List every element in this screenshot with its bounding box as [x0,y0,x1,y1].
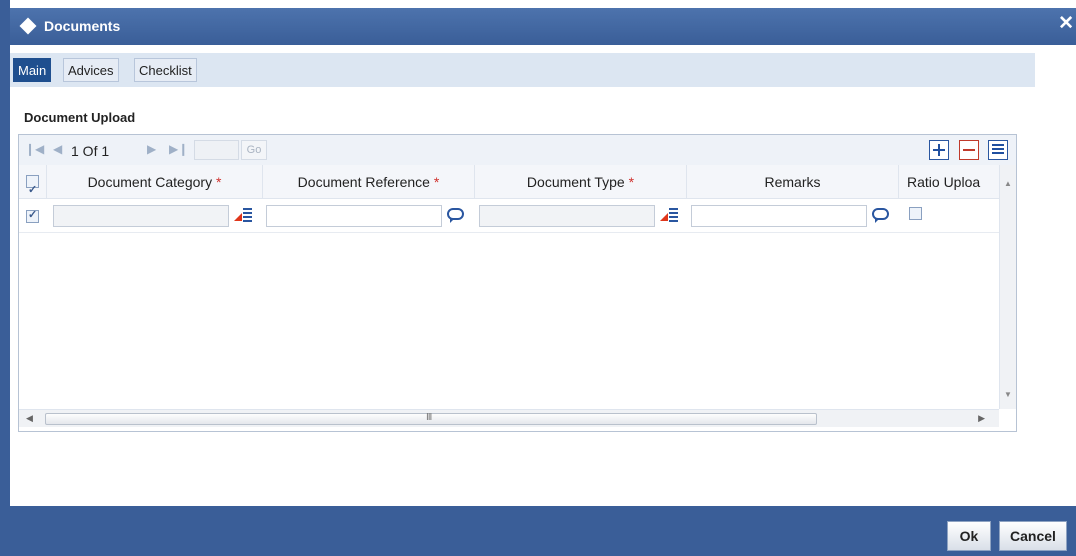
column-ratio-upload[interactable]: Ratio Uploa [899,165,999,199]
close-icon[interactable]: ✕ [1058,14,1074,33]
column-label: Document Category [87,174,213,190]
column-document-category[interactable]: Document Category * [47,165,263,199]
column-label: Ratio Uploa [907,174,981,190]
document-category-field[interactable] [53,205,229,227]
vertical-scrollbar[interactable]: ▲ ▼ [999,165,1016,409]
window-title: Documents [44,18,121,34]
remarks-icon[interactable] [446,206,466,224]
next-page-icon[interactable]: ▶ [147,142,156,156]
prev-page-icon[interactable]: ◀ [53,142,62,156]
remarks-icon[interactable] [871,206,891,224]
grid-header-row: Document Category * Document Reference *… [19,165,999,199]
window-left-border [0,0,10,556]
scroll-down-icon[interactable]: ▼ [1004,390,1012,399]
page-number-input[interactable] [194,140,239,160]
go-button[interactable]: Go [241,140,267,160]
section-title: Document Upload [24,110,136,125]
row-select-checkbox[interactable] [26,208,39,223]
footer-bar: Ok Cancel [10,506,1076,556]
scroll-thumb[interactable]: III [45,412,817,425]
first-page-icon[interactable]: ❙◀ [25,142,44,156]
column-remarks[interactable]: Remarks [687,165,899,199]
document-type-field[interactable] [479,205,655,227]
required-marker: * [433,174,440,190]
diamond-icon [19,17,37,35]
column-label: Document Reference [297,174,430,190]
last-page-icon[interactable]: ▶❙ [169,142,188,156]
tab-checklist[interactable]: Checklist [134,58,197,82]
tab-main[interactable]: Main [13,58,52,82]
horizontal-scrollbar[interactable]: ◀ III ▶ [19,409,999,427]
documents-window: Documents ✕ Main Advices Checklist Docum… [0,0,1076,556]
table-row [19,199,999,233]
scroll-grip: III [426,412,432,423]
ratio-upload-checkbox[interactable] [909,207,922,220]
document-upload-grid: ❙◀ ◀ 1 Of 1 ▶ ▶❙ Go Document Category * … [18,134,1017,432]
lov-icon[interactable] [233,206,253,224]
add-row-icon[interactable] [929,140,949,160]
column-label: Remarks [764,174,821,190]
scroll-up-icon[interactable]: ▲ [1004,179,1012,188]
required-marker: * [628,174,635,190]
scroll-left-icon[interactable]: ◀ [26,413,33,424]
remarks-field[interactable] [691,205,867,227]
scroll-right-icon[interactable]: ▶ [978,413,985,424]
column-label: Document Type [526,174,625,190]
cancel-button[interactable]: Cancel [999,521,1067,551]
document-reference-field[interactable] [266,205,442,227]
single-view-icon[interactable] [988,140,1008,160]
column-document-reference[interactable]: Document Reference * [263,165,475,199]
lov-icon[interactable] [659,206,679,224]
required-marker: * [215,174,222,190]
select-all-checkbox[interactable] [26,173,39,199]
select-all-cell [19,165,47,199]
delete-row-icon[interactable] [959,140,979,160]
title-bar: Documents ✕ [10,8,1076,45]
tab-strip: Main Advices Checklist [10,53,1035,87]
tab-advices[interactable]: Advices [63,58,119,82]
column-document-type[interactable]: Document Type * [475,165,687,199]
ok-button[interactable]: Ok [947,521,991,551]
page-indicator: 1 Of 1 [71,143,110,159]
pager-bar: ❙◀ ◀ 1 Of 1 ▶ ▶❙ Go [19,135,1016,165]
